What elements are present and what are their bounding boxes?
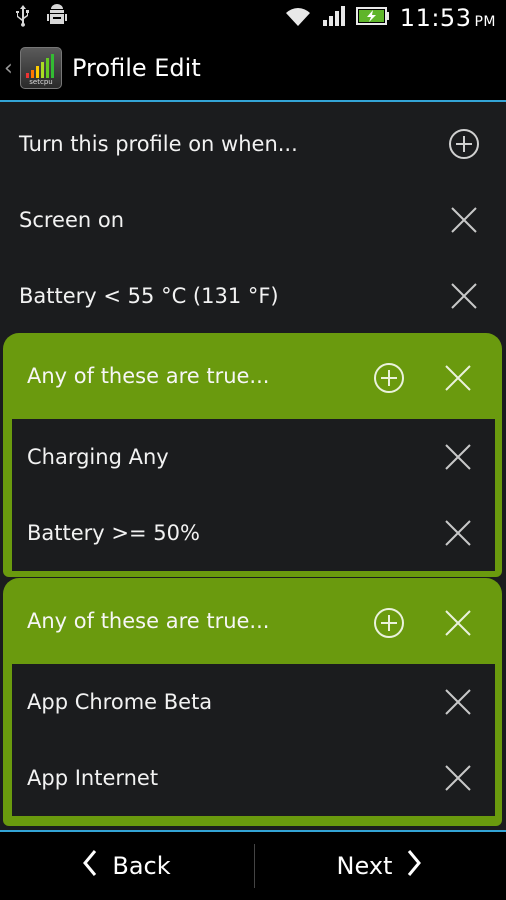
add-condition-icon[interactable]: [448, 128, 480, 160]
remove-condition-icon[interactable]: [448, 204, 480, 236]
condition-row[interactable]: Screen on: [0, 182, 506, 258]
group-condition-label: App Chrome Beta: [27, 690, 213, 714]
condition-header-label: Turn this profile on when...: [19, 132, 298, 156]
group-condition-label: Battery >= 50%: [27, 521, 200, 545]
group-condition-row[interactable]: App Chrome Beta: [12, 664, 495, 740]
group-header: Any of these are true...: [3, 578, 502, 664]
group-header: Any of these are true...: [3, 333, 502, 419]
remove-group-icon[interactable]: [443, 363, 473, 393]
button-divider: [254, 844, 255, 888]
usb-icon: [14, 4, 32, 32]
add-to-group-icon[interactable]: [373, 362, 405, 394]
profile-conditions-list: Turn this profile on when... Screen on B…: [0, 102, 506, 830]
back-button[interactable]: Back: [0, 832, 253, 900]
app-icon[interactable]: setcpu: [20, 47, 62, 89]
next-button-label: Next: [336, 852, 393, 880]
remove-condition-icon[interactable]: [448, 280, 480, 312]
next-button[interactable]: Next: [253, 832, 506, 900]
android-debug-icon: [46, 4, 68, 32]
remove-condition-icon[interactable]: [443, 763, 473, 793]
condition-label: Battery < 55 °C (131 °F): [19, 284, 279, 308]
add-to-group-icon[interactable]: [373, 607, 405, 639]
remove-group-icon[interactable]: [443, 608, 473, 638]
action-bar: ‹ setcpu Profile Edit: [0, 36, 506, 100]
group-condition-row[interactable]: Charging Any: [12, 419, 495, 495]
page-title: Profile Edit: [72, 54, 201, 82]
group-header-label: Any of these are true...: [27, 609, 270, 633]
battery-charging-icon: [355, 6, 390, 30]
status-bar: 11:53 PM: [0, 0, 506, 36]
back-button-label: Back: [112, 852, 171, 880]
up-navigation-icon[interactable]: ‹: [4, 56, 16, 81]
chevron-right-icon: [406, 849, 422, 883]
remove-condition-icon[interactable]: [443, 687, 473, 717]
app-icon-label: setcpu: [29, 78, 53, 86]
status-time: 11:53 PM: [399, 4, 496, 32]
remove-condition-icon[interactable]: [443, 518, 473, 548]
condition-label: Screen on: [19, 208, 125, 232]
group-items: App Chrome Beta App Internet: [12, 664, 495, 816]
group-items: Charging Any Battery >= 50%: [12, 419, 495, 571]
group-condition-label: App Internet: [27, 766, 159, 790]
group-condition-row[interactable]: Battery >= 50%: [12, 495, 495, 571]
condition-row[interactable]: Battery < 55 °C (131 °F): [0, 258, 506, 334]
group-condition-label: Charging Any: [27, 445, 169, 469]
group-condition-row[interactable]: App Internet: [12, 740, 495, 816]
condition-header-row: Turn this profile on when...: [0, 106, 506, 182]
bottom-navigation-bar: Back Next: [0, 832, 506, 900]
group-header-label: Any of these are true...: [27, 364, 270, 388]
condition-group: Any of these are true... Charging Any Ba…: [3, 333, 502, 577]
condition-group: Any of these are true... App Chrome Beta…: [3, 578, 502, 826]
chevron-left-icon: [82, 849, 98, 883]
signal-icon: [322, 5, 346, 31]
wifi-icon: [284, 5, 312, 31]
remove-condition-icon[interactable]: [443, 442, 473, 472]
